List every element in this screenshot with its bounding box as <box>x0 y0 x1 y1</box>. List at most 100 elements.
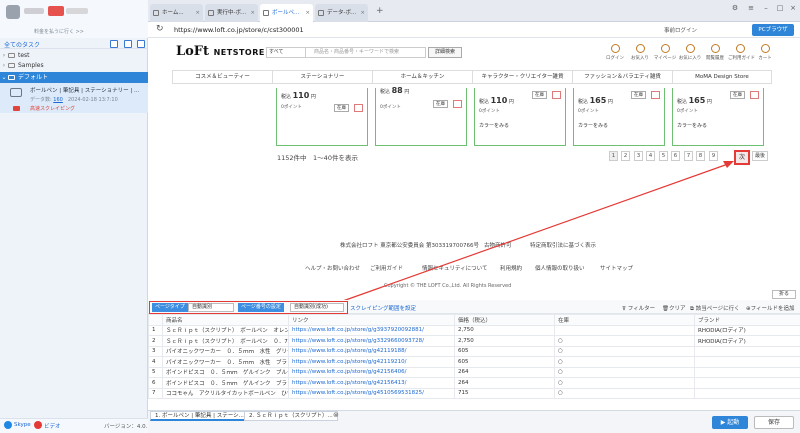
cell-stock[interactable] <box>554 324 695 336</box>
browser-tab[interactable]: ホーム... × <box>150 4 203 22</box>
cell-price[interactable]: 605 <box>454 345 555 357</box>
page-link[interactable]: 7 <box>684 151 693 161</box>
browser-tab[interactable]: 実行中-ボ... × <box>205 4 258 22</box>
view-colors-button[interactable]: カラーをみる <box>578 122 608 129</box>
settings-icon[interactable]: ⚙ <box>730 3 740 13</box>
column-header[interactable]: ブランド <box>694 314 800 326</box>
close-icon[interactable]: × <box>305 4 310 22</box>
page-link[interactable]: 2 <box>621 151 630 161</box>
footer-link[interactable]: サイトマップ <box>600 264 633 272</box>
browser-tab[interactable]: データ-ボ... × <box>315 4 368 22</box>
column-header[interactable]: 在庫 <box>554 314 695 326</box>
next-page-button[interactable]: 次 <box>734 150 750 165</box>
header-icon-star[interactable]: お気に入り <box>678 44 702 64</box>
cell-name[interactable]: ボインドピスコ ０．５ｍｍ ゲルインク ブルー <box>162 366 289 378</box>
url-field[interactable]: https://www.loft.co.jp/store/c/cst300001 <box>174 25 660 36</box>
collapse-button[interactable]: 折る <box>772 290 796 299</box>
tree-item-samples[interactable]: › Samples <box>0 61 148 70</box>
close-tab-icon[interactable]: ⊗ <box>333 411 339 419</box>
header-icon-favorites[interactable]: お気入り <box>628 44 652 64</box>
cell-link[interactable]: https://www.loft.co.jp/store/g/g42119188… <box>288 345 455 357</box>
upgrade-link[interactable]: 料金を払うに行く >> <box>34 28 84 35</box>
data-tab-1[interactable]: 1. ボールペン | 筆記具 | ステーシ... <box>150 411 249 421</box>
cell-price[interactable]: 264 <box>454 366 555 378</box>
maximize-icon[interactable]: □ <box>775 3 785 13</box>
start-button[interactable]: ▶ 起動 <box>712 416 748 429</box>
favorite-icon[interactable] <box>453 100 462 108</box>
cell-name[interactable]: ＳｃＲｉｐｔ（スクリプト） ボールペン オレン... <box>162 324 289 336</box>
column-header[interactable]: リンク <box>288 314 455 326</box>
tree-item-default[interactable]: ⌄ デフォルト <box>0 72 148 83</box>
footer-link[interactable]: ヘルプ・お問い合わせ <box>305 264 360 272</box>
cell-stock[interactable]: ○ <box>554 356 695 368</box>
cell-price[interactable]: 605 <box>454 356 555 368</box>
table-row[interactable]: 6 ボインドピスコ ０．５ｍｍ ゲルインク ブラック https://www.lof… <box>148 377 800 389</box>
cell-name[interactable]: ボインドピスコ ０．５ｍｍ ゲルインク ブラック <box>162 377 289 389</box>
page-link[interactable]: 3 <box>634 151 643 161</box>
favorite-icon[interactable] <box>552 91 561 99</box>
tree-item-test[interactable]: › test <box>0 51 148 60</box>
footer-link[interactable]: ご利用ガイド <box>370 264 403 272</box>
task-title[interactable]: ボールペン | 筆記具 | ステーショナリー | ... <box>30 86 139 94</box>
cell-name[interactable]: パイオニックワーカー ０．５ｍｍ 水性 ブラック <box>162 356 289 368</box>
product-card[interactable]: 税込 88 円 0ポイント 在庫 <box>375 86 467 146</box>
import-icon[interactable] <box>124 40 132 48</box>
cell-link[interactable]: https://www.loft.co.jp/store/g/g39379200… <box>288 324 455 336</box>
video-link[interactable]: ビデオ <box>44 422 61 430</box>
page-link[interactable]: 9 <box>709 151 718 161</box>
nav-item-home[interactable]: ホーム＆キッチン <box>372 70 472 84</box>
cell-link[interactable]: https://www.loft.co.jp/store/g/g45105695… <box>288 387 455 399</box>
reload-icon[interactable]: ↻ <box>156 24 164 34</box>
last-page-button[interactable]: 最後 <box>752 151 768 161</box>
cell-name[interactable]: ココモゃん アクリルタイカットボールペン ひつ... <box>162 387 289 399</box>
category-select[interactable]: すべて <box>266 47 306 58</box>
site-search-input[interactable]: 商品名・商品番号・キーワードで検索 <box>306 47 426 58</box>
cell-link[interactable]: https://www.loft.co.jp/store/g/g33296600… <box>288 335 455 347</box>
cell-price[interactable]: 2,750 <box>454 335 555 347</box>
cell-price[interactable]: 2,750 <box>454 324 555 336</box>
cell-brand[interactable]: RHODIA(ロディア) <box>694 335 800 347</box>
cell-name[interactable]: ＳｃＲｉｐｔ（スクリプト） ボールペン ０．7... <box>162 335 289 347</box>
footer-link[interactable]: 情報セキュリティについて <box>422 264 488 272</box>
favorite-icon[interactable] <box>651 91 660 99</box>
sort-icon[interactable] <box>137 40 145 48</box>
cell-price[interactable]: 264 <box>454 377 555 389</box>
cell-stock[interactable]: ○ <box>554 335 695 347</box>
new-folder-icon[interactable] <box>110 40 118 48</box>
nav-item-fashion[interactable]: ファッション＆バラエティ雑貨 <box>572 70 672 84</box>
product-card[interactable]: 税込 110 円 0ポイント 在庫 カラーをみる <box>474 88 566 146</box>
site-logo[interactable]: LoFt NETSTORE <box>176 44 265 59</box>
view-colors-button[interactable]: カラーをみる <box>677 122 707 129</box>
pc-browser-button[interactable]: PCブラウザ <box>752 24 794 36</box>
page-link[interactable]: 5 <box>659 151 668 161</box>
detail-search-button[interactable]: 詳細検索 <box>428 47 462 58</box>
close-icon[interactable]: × <box>250 4 255 22</box>
page-link[interactable]: 4 <box>646 151 655 161</box>
table-row[interactable]: 5 ボインドピスコ ０．５ｍｍ ゲルインク ブルー https://www.loft… <box>148 366 800 378</box>
product-card[interactable]: 税込 110 円 0ポイント 在庫 <box>276 88 368 146</box>
skype-icon[interactable] <box>4 421 12 429</box>
permit-link[interactable]: 古物商許可 <box>484 241 512 249</box>
cell-brand[interactable] <box>694 356 800 368</box>
column-header[interactable]: 価格（税込） <box>454 314 555 326</box>
nav-item-cosme[interactable]: コスメ＆ビューティー <box>172 70 272 84</box>
add-tab-icon[interactable]: + <box>376 6 384 16</box>
table-row[interactable]: 2 ＳｃＲｉｐｔ（スクリプト） ボールペン ０．7... https://www.l… <box>148 335 800 347</box>
cell-stock[interactable]: ○ <box>554 377 695 389</box>
page-link[interactable]: 8 <box>696 151 705 161</box>
table-row[interactable]: 3 パイオニックワーカー ０．５ｍｍ 水性 グリーン https://www.lof… <box>148 345 800 357</box>
cell-link[interactable]: https://www.loft.co.jp/store/g/g42156406… <box>288 366 455 378</box>
save-button[interactable]: 保存 <box>754 416 794 429</box>
page-link[interactable]: 6 <box>671 151 680 161</box>
filter-button[interactable]: ⊽ フィルター <box>622 304 655 312</box>
header-icon-login[interactable]: ログイン <box>603 44 627 64</box>
goto-page-button[interactable]: ⧉ 該当ページに行く <box>690 304 740 313</box>
scrape-range-link[interactable]: スクレイピング範囲を設定 <box>350 304 416 312</box>
favorite-icon[interactable] <box>750 91 759 99</box>
close-icon[interactable]: × <box>195 4 200 22</box>
menu-icon[interactable]: ≡ <box>746 3 756 13</box>
table-row[interactable]: 7 ココモゃん アクリルタイカットボールペン ひつ... https://www.l… <box>148 387 800 399</box>
cell-stock[interactable]: ○ <box>554 366 695 378</box>
avatar[interactable] <box>6 5 20 19</box>
page-link[interactable]: 1 <box>609 151 618 161</box>
